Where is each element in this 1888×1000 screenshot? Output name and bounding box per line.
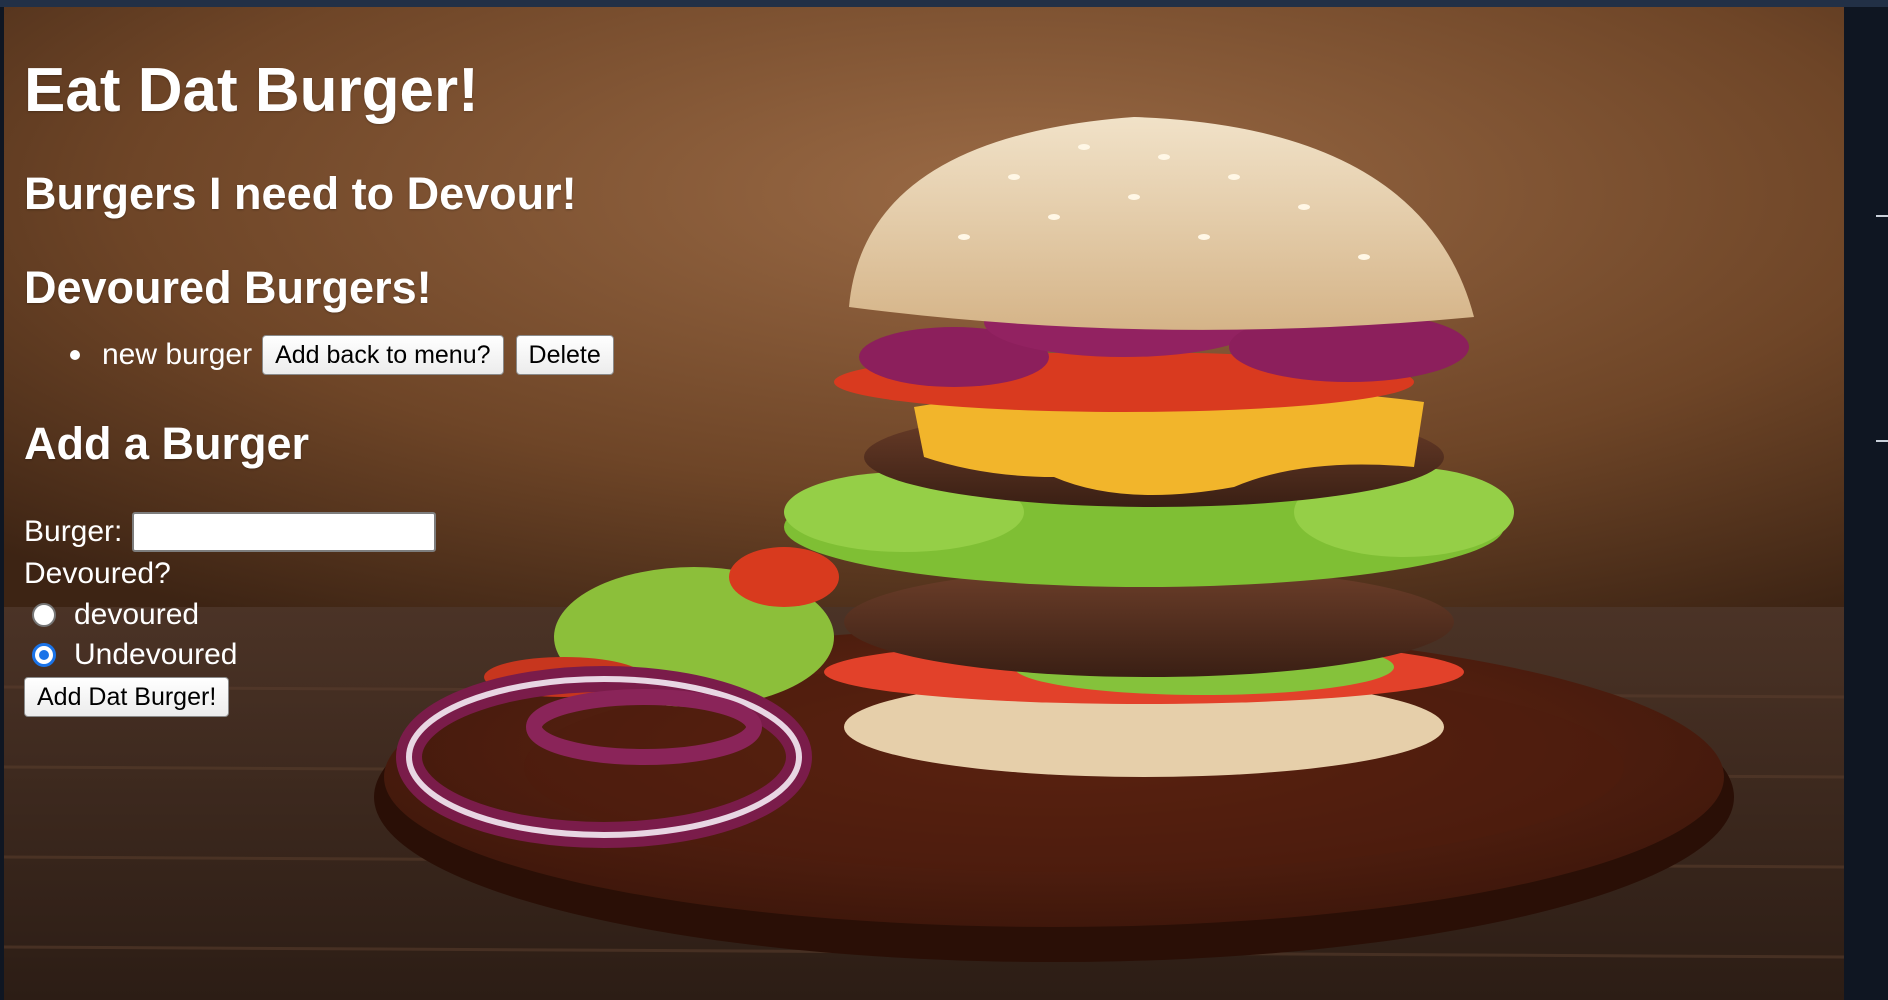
add-back-to-menu-button[interactable]: Add back to menu?	[262, 335, 504, 375]
radio-option-undevoured[interactable]: Undevoured	[24, 635, 626, 675]
radio-undevoured[interactable]	[32, 643, 56, 667]
bullet-icon	[70, 350, 80, 360]
radio-option-devoured[interactable]: devoured	[24, 595, 626, 635]
devoured-question-label: Devoured?	[24, 557, 171, 590]
devoured-burgers-list: new burger Add back to menu? Delete	[24, 333, 626, 377]
page-title: Eat Dat Burger!	[24, 56, 479, 125]
radio-devoured-label: devoured	[74, 598, 200, 631]
window-right-gutter	[1844, 7, 1888, 1000]
to-devour-heading: Burgers I need to Devour!	[24, 168, 577, 219]
submit-row: Add Dat Burger!	[24, 677, 626, 717]
add-dat-burger-button[interactable]: Add Dat Burger!	[24, 677, 230, 717]
list-item: new burger Add back to menu? Delete	[70, 333, 626, 377]
burger-field-row: Burger:	[24, 511, 626, 553]
radio-devoured[interactable]	[32, 603, 56, 627]
page-content: Eat Dat Burger! Burgers I need to Devour…	[24, 55, 626, 717]
burger-name: new burger	[102, 338, 253, 371]
delete-button[interactable]: Delete	[515, 335, 614, 375]
add-burger-heading: Add a Burger	[24, 418, 310, 469]
devoured-question-row: Devoured?	[24, 553, 626, 595]
devoured-heading: Devoured Burgers!	[24, 262, 432, 313]
burger-label: Burger:	[24, 515, 123, 548]
window-top-strip	[0, 0, 1888, 7]
add-burger-form: Burger: Devoured? devoured Undevoured Ad…	[24, 511, 626, 717]
gutter-tick	[1876, 215, 1888, 217]
burger-input[interactable]	[132, 512, 437, 552]
gutter-tick	[1876, 440, 1888, 442]
radio-undevoured-label: Undevoured	[74, 638, 238, 671]
browser-window: Eat Dat Burger! Burgers I need to Devour…	[0, 0, 1888, 1000]
page-viewport: Eat Dat Burger! Burgers I need to Devour…	[4, 7, 1844, 1000]
